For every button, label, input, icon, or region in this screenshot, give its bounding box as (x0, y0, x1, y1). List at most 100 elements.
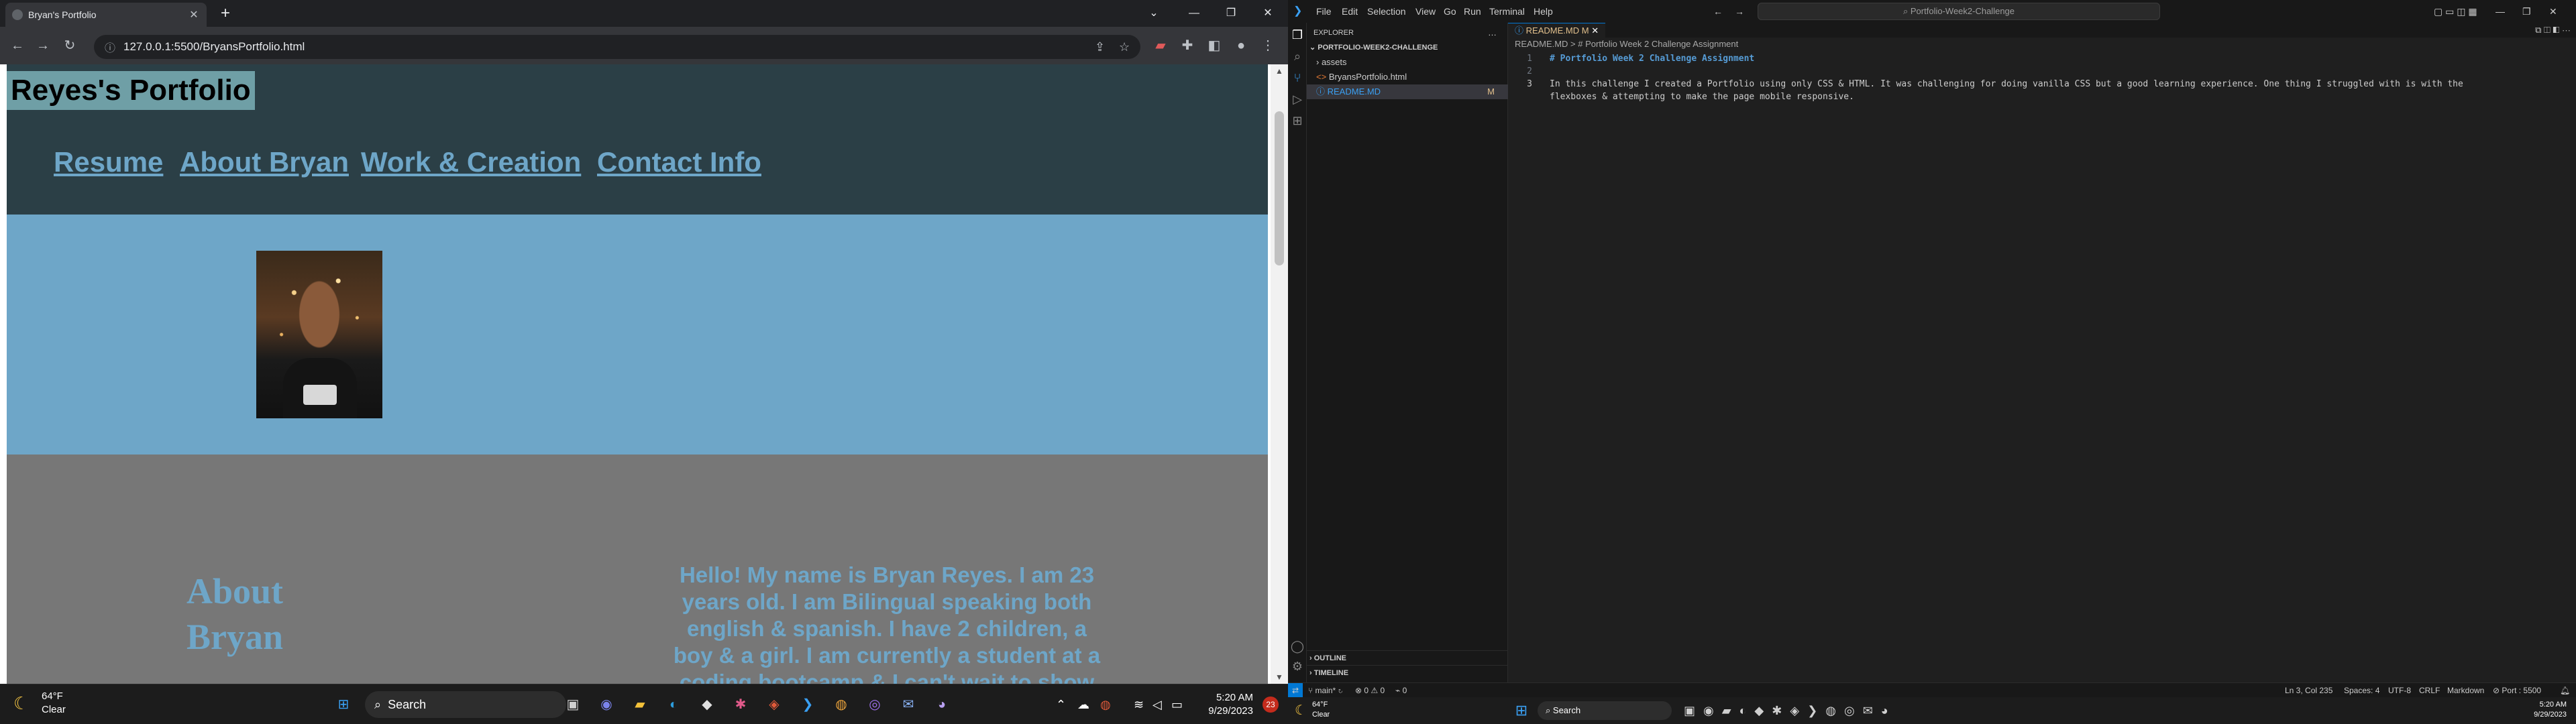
outline-section[interactable]: › OUTLINE (1307, 650, 1508, 665)
share-icon[interactable]: ⇪ (1095, 35, 1105, 59)
weather-widget[interactable]: ☾ 64°F Clear (13, 690, 66, 717)
code-line-1[interactable]: 1 # Portfolio Week 2 Challenge Assignment (1508, 52, 2447, 65)
live-server-port[interactable]: ⊘ Port : 5500 (2493, 683, 2541, 698)
menu-selection[interactable]: Selection (1367, 0, 1406, 23)
minimize-button[interactable]: — (2496, 0, 2505, 23)
profile-icon[interactable]: ● (1232, 36, 1250, 55)
nav-back-icon[interactable]: ← (1713, 0, 1723, 23)
remote-icon[interactable]: ⇄ (1288, 683, 1303, 698)
nav-link-about[interactable]: About Bryan (180, 146, 349, 178)
taskbar-search[interactable]: ⌕ Search (1538, 701, 1672, 720)
bookmark-star-icon[interactable]: ☆ (1119, 35, 1130, 59)
line-ending[interactable]: CRLF (2419, 683, 2440, 698)
wifi-icon[interactable]: ≋ (1134, 684, 1144, 724)
nav-link-contact[interactable]: Contact Info (597, 146, 761, 178)
volume-icon[interactable]: ◁ (1152, 684, 1162, 724)
tab-close-icon[interactable]: ✕ (1591, 25, 1599, 36)
editor-tab-readme[interactable]: ⓘ README.MD M ✕ (1508, 23, 1606, 38)
menu-view[interactable]: View (1415, 0, 1436, 23)
weather-widget[interactable]: ☾ 64°F Clear (1295, 700, 1330, 720)
nav-link-work[interactable]: Work & Creation (361, 146, 581, 178)
maximize-button[interactable]: ❐ (2522, 0, 2531, 23)
nav-forward-icon[interactable]: → (1735, 0, 1744, 23)
vscode-icon[interactable]: ❯ (796, 692, 820, 717)
clock[interactable]: 5:20 AM 9/29/2023 (1208, 691, 1253, 718)
tab-search-icon[interactable]: ⌄ (1134, 0, 1174, 27)
extensions-icon[interactable]: ⊞ (1288, 111, 1307, 130)
git-icon[interactable]: ◆ (695, 692, 719, 717)
run-debug-icon[interactable]: ▷ (1288, 90, 1307, 109)
problems-indicator[interactable]: ⊗ 0 ⚠ 0 (1355, 683, 1385, 698)
side-panel-icon[interactable]: ◧ (1205, 36, 1224, 55)
taskbar-search[interactable]: ⌕ Search (365, 691, 566, 718)
back-icon[interactable]: ← (8, 36, 27, 55)
tree-item-readme[interactable]: ⓘ README.MD M (1307, 84, 1508, 99)
reload-icon[interactable]: ↻ (60, 36, 79, 55)
maximize-button[interactable]: ❐ (1211, 0, 1251, 27)
edge-icon[interactable]: ◐ (661, 692, 686, 717)
cursor-position[interactable]: Ln 3, Col 235 (2285, 683, 2332, 698)
extensions-puzzle-icon[interactable]: ✚ (1178, 36, 1197, 55)
tree-item-assets[interactable]: › assets (1307, 55, 1508, 70)
close-window-button[interactable]: ✕ (1248, 0, 1288, 27)
encoding[interactable]: UTF-8 (2388, 683, 2411, 698)
scroll-thumb[interactable] (1275, 111, 1284, 265)
language-mode[interactable]: Markdown (2447, 683, 2484, 698)
menu-file[interactable]: File (1316, 0, 1332, 23)
chrome-icon[interactable]: ◍ (829, 692, 853, 717)
search-icon[interactable]: ⌕ (1288, 47, 1307, 66)
task-view-icon[interactable]: ▣ (561, 692, 585, 717)
pinned-apps[interactable]: ▣◉▰◐◆✱◈❯◍◎✉◕ (1684, 701, 1896, 720)
cloud-icon[interactable]: ☁ (1077, 684, 1089, 724)
teams-icon[interactable]: ◉ (594, 692, 619, 717)
start-icon[interactable]: ⊞ (331, 692, 356, 717)
tray-app-icon[interactable]: ◍ (1100, 684, 1111, 724)
file-explorer-icon[interactable]: ▰ (628, 692, 652, 717)
tray-chevron-icon[interactable]: ⌃ (1056, 684, 1066, 724)
code-line-2[interactable]: 2 (1508, 65, 2447, 78)
clock[interactable]: 5:20 AM 9/29/2023 (2534, 700, 2567, 720)
menu-terminal[interactable]: Terminal (1489, 0, 1525, 23)
address-bar[interactable]: ⓘ 127.0.0.1:5500/BryansPortfolio.html ⇪ … (94, 35, 1140, 59)
github-desktop-icon[interactable]: ◎ (863, 692, 887, 717)
code-line-3-wrap[interactable]: flexboxes & attempting to make the page … (1508, 90, 2447, 103)
notification-badge[interactable]: 23 (1263, 697, 1279, 713)
app-icon[interactable]: ◕ (930, 692, 954, 717)
explorer-icon[interactable]: ❐ (1288, 25, 1307, 44)
page-scrollbar[interactable]: ▲ ▼ (1271, 64, 1288, 684)
command-center[interactable]: ⌕ Portfolio-Week2-Challenge (1758, 3, 2160, 20)
scroll-down-icon[interactable]: ▼ (1271, 670, 1288, 684)
explorer-more-icon[interactable]: … (1488, 25, 1501, 40)
extension-icon[interactable]: ▰ (1151, 36, 1170, 55)
layout-icons[interactable]: ▢ ▭ ◫ ▦ (2434, 0, 2477, 23)
close-window-button[interactable]: ✕ (2549, 0, 2557, 23)
tree-item-html[interactable]: <> BryansPortfolio.html (1307, 70, 1508, 84)
mail-icon[interactable]: ✉ (896, 692, 920, 717)
browser-tab[interactable]: Bryan's Portfolio ✕ (5, 3, 207, 27)
timeline-section[interactable]: › TIMELINE (1307, 665, 1508, 680)
git-branch[interactable]: ⑂ main* ↻ (1308, 683, 1343, 698)
new-tab-button[interactable]: + (215, 4, 236, 23)
folder-root[interactable]: ⌄ PORTFOLIO-WEEK2-CHALLENGE (1307, 40, 1508, 55)
site-info-icon[interactable]: ⓘ (105, 39, 115, 55)
settings-gear-icon[interactable]: ⚙ (1288, 657, 1307, 676)
gitkraken-icon[interactable]: ◈ (762, 692, 786, 717)
tab-close-icon[interactable]: ✕ (188, 8, 200, 21)
start-icon[interactable]: ⊞ (1512, 701, 1531, 720)
minimize-button[interactable]: — (1174, 0, 1214, 27)
code-line-3[interactable]: 3 In this challenge I created a Portfolio… (1508, 78, 2463, 90)
notifications-bell-icon[interactable]: 🔔︎ (2560, 683, 2570, 698)
nav-link-resume[interactable]: Resume (54, 146, 163, 178)
scroll-up-icon[interactable]: ▲ (1271, 64, 1288, 78)
menu-edit[interactable]: Edit (1342, 0, 1358, 23)
indentation[interactable]: Spaces: 4 (2344, 683, 2379, 698)
ports-indicator[interactable]: ⌁ 0 (1395, 683, 1407, 698)
account-icon[interactable]: ◯ (1288, 637, 1307, 656)
battery-icon[interactable]: ▭ (1171, 684, 1183, 724)
chrome-menu-icon[interactable]: ⋮ (1258, 36, 1277, 55)
editor-actions-icons[interactable]: ⧉ ◫ ◧ ⋯ (2535, 23, 2571, 38)
menu-help[interactable]: Help (1534, 0, 1553, 23)
slack-icon[interactable]: ✱ (729, 692, 753, 717)
forward-icon[interactable]: → (34, 36, 52, 55)
menu-run[interactable]: Run (1464, 0, 1481, 23)
